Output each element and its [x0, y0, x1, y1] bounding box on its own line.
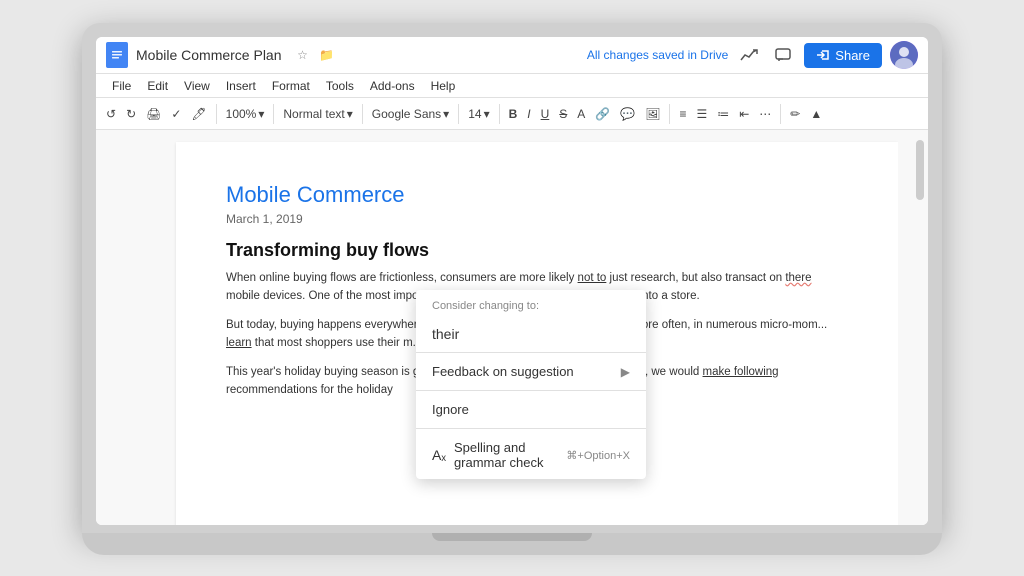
italic-button[interactable]: I	[523, 105, 534, 123]
font-value: Google Sans	[372, 107, 441, 121]
zoom-value: 100%	[226, 107, 257, 121]
toolbar-right: Share	[736, 41, 918, 69]
print-button[interactable]: 🖨	[142, 105, 165, 123]
context-menu-header: Consider changing to:	[416, 290, 646, 318]
doc-page[interactable]: Mobile Commerce March 1, 2019 Transformi…	[176, 142, 898, 525]
size-value: 14	[468, 107, 481, 121]
link-make-following: make following	[703, 366, 779, 378]
doc-area: Mobile Commerce March 1, 2019 Transformi…	[96, 130, 928, 525]
image-button[interactable]: 🖼	[641, 105, 664, 123]
doc-date: March 1, 2019	[226, 212, 848, 226]
misspelled-there: there	[785, 272, 811, 284]
laptop-base	[82, 533, 942, 555]
menu-help[interactable]: Help	[423, 77, 464, 95]
laptop-wrapper: Mobile Commerce Plan ☆ 📁 All changes sav…	[82, 23, 942, 553]
style-select[interactable]: Normal text ▾	[279, 105, 356, 123]
menu-file[interactable]: File	[104, 77, 139, 95]
menu-view[interactable]: View	[176, 77, 218, 95]
spellcheck-button[interactable]: ✓	[167, 105, 185, 123]
toolbar-divider-7	[780, 104, 781, 124]
text-color-button[interactable]: A	[573, 105, 589, 123]
toolbar-divider-3	[362, 104, 363, 124]
redo-button[interactable]: ↻	[122, 105, 140, 123]
toolbar-divider-6	[669, 104, 670, 124]
more-button[interactable]: ⋯	[755, 105, 775, 123]
doc-sidebar-left	[96, 130, 176, 525]
trending-icon[interactable]	[736, 42, 762, 68]
doc-sidebar-right	[898, 130, 928, 525]
font-chevron: ▾	[443, 107, 449, 121]
undo-button[interactable]: ↺	[102, 105, 120, 123]
title-icons: ☆ 📁	[294, 46, 336, 64]
size-select[interactable]: 14 ▾	[464, 105, 493, 123]
style-chevron: ▾	[347, 107, 353, 121]
bullet-list-button[interactable]: ☰	[692, 105, 711, 123]
context-menu-suggestion[interactable]: their	[416, 318, 646, 350]
spell-item-left: Aₓ Spelling and grammar check	[432, 440, 566, 470]
toolbar-divider-5	[499, 104, 500, 124]
edit-mode-button[interactable]: ✏	[786, 105, 804, 123]
paint-format-button[interactable]: 🖊	[187, 105, 210, 123]
comment-add-button[interactable]: 💬	[616, 105, 639, 123]
zoom-select[interactable]: 100% ▾	[222, 105, 269, 123]
context-menu-feedback[interactable]: Feedback on suggestion ▶	[416, 355, 646, 388]
underline-button[interactable]: U	[537, 105, 554, 123]
star-icon[interactable]: ☆	[294, 46, 312, 64]
doc-heading: Transforming buy flows	[226, 240, 848, 261]
title-bar: Mobile Commerce Plan ☆ 📁 All changes sav…	[96, 37, 928, 74]
spell-label: Spelling and grammar check	[454, 440, 566, 470]
comment-icon[interactable]	[770, 42, 796, 68]
collapse-button[interactable]: ▲	[806, 105, 826, 123]
laptop-body: Mobile Commerce Plan ☆ 📁 All changes sav…	[82, 23, 942, 533]
numbered-list-button[interactable]: ≔	[713, 105, 733, 123]
context-menu-divider-3	[416, 428, 646, 429]
toolbar-divider-4	[458, 104, 459, 124]
format-toolbar: ↺ ↻ 🖨 ✓ 🖊 100% ▾ Normal text ▾ Google Sa…	[96, 98, 928, 130]
menu-insert[interactable]: Insert	[218, 77, 264, 95]
user-avatar[interactable]	[890, 41, 918, 69]
align-button[interactable]: ≡	[675, 105, 690, 123]
feedback-label: Feedback on suggestion	[432, 364, 574, 379]
style-value: Normal text	[283, 107, 344, 121]
feedback-arrow-icon: ▶	[621, 365, 630, 379]
zoom-chevron: ▾	[258, 107, 264, 121]
share-label: Share	[835, 48, 870, 63]
menu-edit[interactable]: Edit	[139, 77, 176, 95]
strikethrough-button[interactable]: S	[555, 105, 571, 123]
docs-icon	[106, 42, 128, 68]
context-menu-ignore[interactable]: Ignore	[416, 393, 646, 426]
menu-addons[interactable]: Add-ons	[362, 77, 423, 95]
screen: Mobile Commerce Plan ☆ 📁 All changes sav…	[96, 37, 928, 525]
document-title: Mobile Commerce Plan	[136, 47, 282, 63]
toolbar-divider-2	[273, 104, 274, 124]
scrollbar[interactable]	[916, 140, 924, 200]
menu-tools[interactable]: Tools	[318, 77, 362, 95]
spell-icon: Aₓ	[432, 447, 446, 463]
link-button[interactable]: 🔗	[591, 105, 614, 123]
saved-status: All changes saved in Drive	[587, 48, 728, 62]
context-menu-divider-1	[416, 352, 646, 353]
link-learn: learn	[226, 337, 252, 349]
folder-icon[interactable]: 📁	[318, 46, 336, 64]
menu-bar: File Edit View Insert Format Tools Add-o…	[96, 74, 928, 98]
context-menu-spell[interactable]: Aₓ Spelling and grammar check ⌘+Option+X	[416, 431, 646, 479]
ignore-label: Ignore	[432, 402, 469, 417]
size-chevron: ▾	[484, 107, 490, 121]
context-menu: Consider changing to: their Feedback on …	[416, 290, 646, 479]
toolbar-divider-1	[216, 104, 217, 124]
bold-button[interactable]: B	[505, 105, 522, 123]
share-button[interactable]: Share	[804, 43, 882, 68]
indent-decrease-button[interactable]: ⇤	[735, 105, 753, 123]
doc-main-title: Mobile Commerce	[226, 182, 848, 208]
menu-format[interactable]: Format	[264, 77, 318, 95]
spell-shortcut: ⌘+Option+X	[566, 449, 630, 462]
context-menu-divider-2	[416, 390, 646, 391]
font-select[interactable]: Google Sans ▾	[368, 105, 453, 123]
link-not-to: not to	[578, 272, 607, 284]
